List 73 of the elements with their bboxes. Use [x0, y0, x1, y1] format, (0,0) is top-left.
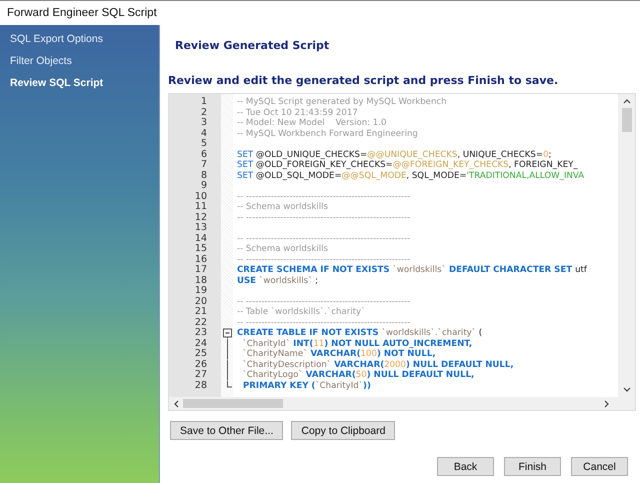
line-number: 17 [194, 265, 208, 276]
script-editor[interactable] [168, 93, 636, 411]
line-number: 27 [194, 370, 208, 380]
sidebar-item[interactable]: Review SQL Script [0, 75, 159, 91]
page-heading: Review Generated Script [175, 39, 330, 52]
code-line: SET @OLD_FOREIGN_KEY_CHECKS=@@FOREIGN_KEY_CHECKS, FOREIGN_KEY_ [237, 160, 578, 170]
code-line: -- ----------------------------------------------------- [237, 234, 410, 244]
line-number: 16 [194, 254, 208, 265]
scrollbar-thumb[interactable] [622, 108, 632, 132]
line-number: 12 [194, 212, 208, 223]
line-number: 7 [200, 160, 208, 170]
code-line: -- MySQL Script generated by MySQL Workbench [237, 97, 447, 108]
code-line: -- MySQL Workbench Forward Engineering [237, 128, 418, 139]
line-number: 2 [200, 108, 208, 118]
code-line: -- Model: New Model Version: 1.0 [237, 118, 386, 128]
sidebar-item[interactable]: Filter Objects [0, 53, 159, 69]
fold-toggle-icon[interactable] [223, 328, 232, 338]
code-line: `CharityId` INT(11) NOT NULL AUTO_INCREMENT, [241, 338, 472, 349]
horizontal-scrollbar[interactable] [169, 397, 635, 410]
line-number: 24 [194, 338, 208, 349]
instruction-text: Review and edit the generated script and press Finish to save. [168, 74, 560, 87]
code-line: `CharityName` VARCHAR(100) NOT NULL, [241, 349, 436, 360]
code-line: -- ----------------------------------------------------- [237, 318, 410, 328]
code-line: -- Table `worldskills`.`charity` [237, 307, 366, 318]
window-title: Forward Engineer SQL Script [7, 7, 157, 19]
code-line: -- Schema worldskills [237, 244, 328, 254]
sidebar-item[interactable]: SQL Export Options [0, 31, 159, 47]
line-number: 4 [200, 128, 208, 139]
scroll-left-icon[interactable] [173, 400, 179, 408]
code-line: `CharityDescription` VARCHAR(2000) NULL DEFAULT NULL, [241, 360, 514, 370]
line-number: 28 [194, 380, 208, 391]
line-number: 13 [194, 223, 208, 234]
code-line: `CharityLogo` VARCHAR(50) NULL DEFAULT NULL, [241, 370, 474, 380]
line-number: 5 [200, 139, 208, 150]
line-number: 20 [194, 296, 208, 307]
line-number: 25 [194, 349, 208, 360]
code-line: SET @OLD_SQL_MODE=@@SQL_MODE, SQL_MODE='TRADITIONAL,ALLOW_INVA [237, 170, 584, 181]
scrollbar-thumb[interactable] [183, 399, 283, 408]
code-line: CREATE TABLE IF NOT EXISTS `worldskills`.`charity` ( [237, 328, 482, 338]
file-action-button[interactable]: Save to Other File... [170, 421, 284, 440]
line-number: 26 [194, 360, 208, 370]
code-line: PRIMARY KEY (`CharityId`)) [242, 380, 371, 391]
line-number: 19 [194, 286, 208, 296]
line-number: 22 [194, 318, 208, 328]
code-line: USE `worldskills` ; [237, 276, 318, 286]
line-number: 6 [200, 150, 208, 160]
scroll-up-icon[interactable] [622, 98, 630, 104]
code-line: -- ----------------------------------------------------- [237, 254, 410, 265]
code-line: -- Tue Oct 10 21:43:59 2017 [237, 108, 358, 118]
line-number: 11 [194, 202, 208, 212]
wizard-button[interactable]: Back [437, 457, 494, 476]
line-number: 10 [194, 192, 208, 202]
line-number: 8 [200, 170, 208, 181]
vertical-scrollbar[interactable] [618, 94, 635, 397]
code-line: SET @OLD_UNIQUE_CHECKS=@@UNIQUE_CHECKS, UNIQUE_CHECKS=0; [237, 150, 552, 160]
line-number: 18 [194, 276, 208, 286]
line-number: 15 [194, 244, 208, 254]
code-line: -- Schema worldskills [237, 202, 328, 212]
code-line: CREATE SCHEMA IF NOT EXISTS `worldskills` DEFAULT CHARACTER SET utf [237, 265, 587, 276]
line-number: 3 [200, 118, 208, 128]
wizard-button[interactable]: Cancel [571, 457, 628, 476]
code-line: -- ----------------------------------------------------- [237, 192, 410, 202]
wizard-button[interactable]: Finish [504, 457, 561, 476]
line-number: 23 [194, 328, 208, 338]
line-number: 14 [194, 234, 208, 244]
scroll-down-icon[interactable] [622, 387, 630, 393]
scroll-right-icon[interactable] [604, 400, 610, 408]
line-number: 9 [200, 181, 208, 192]
code-line: -- ----------------------------------------------------- [237, 212, 410, 223]
code-line: -- ----------------------------------------------------- [237, 296, 410, 307]
line-number: 21 [194, 307, 208, 318]
line-number: 1 [200, 97, 208, 108]
file-action-button[interactable]: Copy to Clipboard [291, 421, 396, 440]
